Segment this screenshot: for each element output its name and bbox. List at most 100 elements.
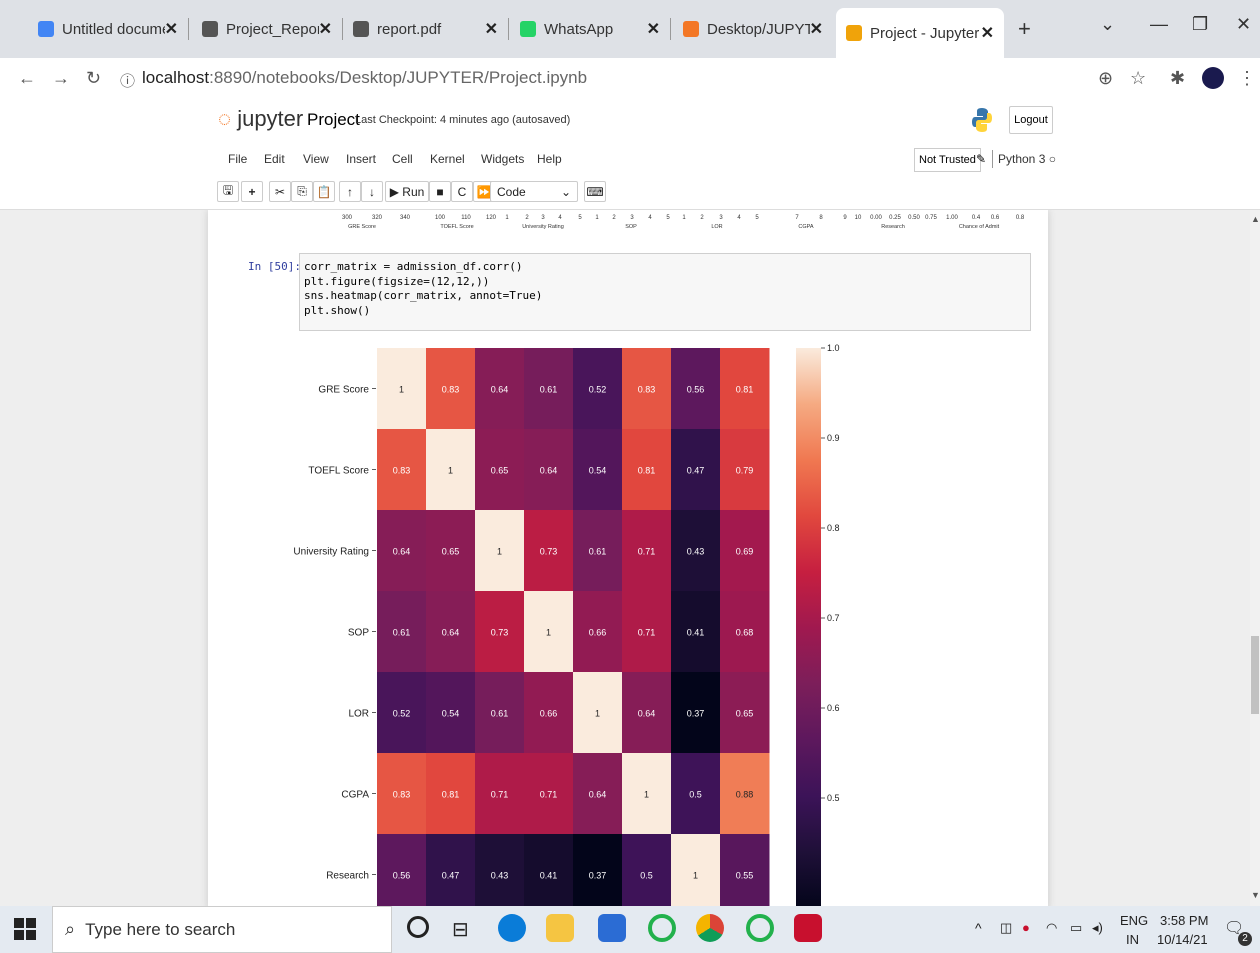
info-icon[interactable]: ⓘ — [120, 70, 135, 91]
task-view-icon[interactable]: ⊟ — [452, 917, 469, 942]
battery-icon[interactable]: ▭ — [1070, 920, 1082, 936]
tab-separator — [188, 18, 189, 40]
taskbar-search[interactable]: ⌕ Type here to search — [52, 906, 392, 953]
back-icon[interactable]: ← — [18, 68, 36, 89]
file-explorer-icon[interactable] — [546, 914, 574, 942]
tray-chevron-icon[interactable]: ^ — [975, 920, 982, 936]
kernel-indicator[interactable]: Python 3 ○ — [998, 152, 1056, 166]
menu-kernel[interactable]: Kernel — [430, 152, 465, 166]
logout-button[interactable]: Logout — [1009, 106, 1053, 134]
menu-view[interactable]: View — [303, 152, 329, 166]
colorbar-tick-label: 0.7 — [827, 613, 840, 623]
extensions-icon[interactable]: ✱ — [1170, 68, 1185, 89]
heatmap-annotation: 0.71 — [638, 628, 656, 638]
browser-tab[interactable]: Project - Jupyter N✕ — [836, 8, 1004, 58]
mcafee-icon[interactable] — [794, 914, 822, 942]
pairplot-tick: 4 — [737, 215, 741, 221]
browser-tab[interactable]: Project_Report.pdf✕ — [192, 8, 342, 50]
heatmap-annotation: 0.61 — [491, 709, 509, 719]
heatmap-annotation: 0.73 — [491, 628, 509, 638]
close-tab-icon[interactable]: ✕ — [810, 19, 823, 39]
scroll-up-icon[interactable]: ▲ — [1251, 214, 1260, 224]
close-tab-icon[interactable]: ✕ — [981, 23, 994, 43]
save-icon[interactable]: 🖫 — [217, 181, 239, 202]
bookmark-star-icon[interactable]: ☆ — [1130, 68, 1146, 89]
zoom-icon[interactable]: ⊕ — [1098, 68, 1113, 89]
restart-icon[interactable]: C — [451, 181, 473, 202]
maximize-button[interactable]: ❐ — [1192, 14, 1208, 35]
close-tab-icon[interactable]: ✕ — [647, 19, 660, 39]
heatmap-annotation: 0.37 — [589, 871, 607, 881]
url-path: :8890/notebooks/Desktop/JUPYTER/Project.… — [209, 68, 588, 87]
close-tab-icon[interactable]: ✕ — [165, 19, 178, 39]
minimize-button[interactable]: — — [1150, 14, 1168, 35]
keyboard-icon[interactable]: ⌨ — [584, 181, 606, 202]
forward-icon[interactable]: → — [52, 68, 70, 89]
document-app-icon[interactable] — [598, 914, 626, 942]
pairplot-tick: 4 — [648, 215, 652, 221]
language-top[interactable]: ENG — [1120, 913, 1148, 928]
wifi-icon[interactable]: ◠ — [1046, 920, 1057, 936]
jupyter-logo[interactable]: ◌ jupyter — [218, 106, 303, 132]
new-tab-button[interactable]: + — [1008, 8, 1038, 50]
app-circle-icon[interactable] — [648, 914, 676, 942]
clock-date[interactable]: 10/14/21 — [1157, 932, 1208, 947]
interrupt-icon[interactable]: ■ — [429, 181, 451, 202]
url-field[interactable]: localhost:8890/notebooks/Desktop/JUPYTER… — [142, 68, 587, 88]
clock-time[interactable]: 3:58 PM — [1160, 913, 1208, 928]
notebook-menubar — [0, 146, 1260, 176]
cell-type-value: Code — [497, 184, 526, 199]
browser-tab[interactable]: WhatsApp ✕ — [510, 8, 670, 50]
chrome-icon[interactable] — [696, 914, 724, 942]
close-tab-icon[interactable]: ✕ — [319, 19, 332, 39]
insert-cell-icon[interactable]: + — [241, 181, 263, 202]
edit-pencil-icon[interactable]: ✎ — [976, 152, 986, 166]
close-window-button[interactable]: ✕ — [1236, 14, 1251, 35]
app-circle-2-icon[interactable] — [746, 914, 774, 942]
heatmap-annotation: 0.83 — [638, 385, 656, 395]
pairplot-axis-remnant: 300 320 340 100 110 120 1 2 3 4 5 1 2 3 4 5 1 2 3 4 5 7 8 9 10 0.… — [342, 215, 1025, 230]
profile-avatar[interactable] — [1202, 67, 1224, 89]
menu-widgets[interactable]: Widgets — [481, 152, 524, 166]
menu-file[interactable]: File — [228, 152, 247, 166]
code-cell-input[interactable]: corr_matrix = admission_df.corr() plt.fig… — [299, 253, 1031, 331]
pairplot-tick: 320 — [372, 215, 383, 221]
menu-kebab-icon[interactable]: ⋮ — [1238, 68, 1256, 89]
page-scrollbar[interactable] — [1250, 210, 1260, 906]
windows-start-icon[interactable] — [14, 918, 36, 940]
browser-tab[interactable]: Desktop/JUPYTER/✕ — [673, 8, 833, 50]
pairplot-tick: 0.75 — [925, 215, 937, 221]
move-down-icon[interactable]: ↓ — [361, 181, 383, 202]
copy-icon[interactable]: ⎘ — [291, 181, 313, 202]
cut-icon[interactable]: ✂ — [269, 181, 291, 202]
heatmap-annotation: 0.64 — [638, 709, 656, 719]
run-button[interactable]: ▶ Run — [385, 181, 429, 202]
tray-mcafee-icon[interactable]: ● — [1022, 920, 1030, 935]
scroll-down-icon[interactable]: ▼ — [1251, 890, 1260, 900]
edge-icon[interactable] — [498, 914, 526, 942]
cell-type-select[interactable]: Code ⌄ — [490, 181, 578, 202]
trust-indicator[interactable]: Not Trusted — [914, 148, 981, 172]
scrollbar-thumb[interactable] — [1251, 636, 1259, 714]
menu-cell[interactable]: Cell — [392, 152, 413, 166]
heatmap-annotation: 0.65 — [491, 466, 509, 476]
language-bottom[interactable]: IN — [1126, 932, 1139, 947]
browser-tab[interactable]: report.pdf ✕ — [343, 8, 508, 50]
notebook-name[interactable]: Project — [307, 110, 360, 130]
close-tab-icon[interactable]: ✕ — [485, 19, 498, 39]
heatmap-row-label: University Rating — [293, 547, 369, 558]
paste-icon[interactable]: 📋 — [313, 181, 335, 202]
volume-icon[interactable]: ◂) — [1092, 920, 1103, 936]
menu-edit[interactable]: Edit — [264, 152, 285, 166]
colorbar-tick-label: 0.8 — [827, 523, 840, 533]
cortana-icon[interactable] — [407, 916, 429, 938]
tab-search-icon[interactable]: ⌄ — [1100, 14, 1115, 35]
pairplot-tick: 0.50 — [908, 215, 920, 221]
menu-insert[interactable]: Insert — [346, 152, 376, 166]
reload-icon[interactable]: ↻ — [86, 68, 101, 89]
heatmap-annotation: 0.41 — [687, 628, 705, 638]
tray-security-icon[interactable]: ◫ — [1000, 920, 1012, 936]
menu-help[interactable]: Help — [537, 152, 562, 166]
browser-tab[interactable]: Untitled document✕ — [28, 8, 188, 50]
move-up-icon[interactable]: ↑ — [339, 181, 361, 202]
